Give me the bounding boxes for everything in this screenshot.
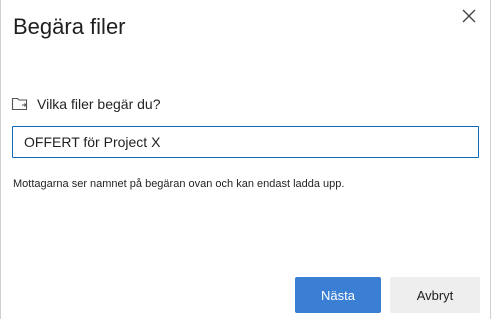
request-name-input[interactable] (12, 126, 479, 158)
helper-text: Mottagarna ser namnet på begäran ovan oc… (13, 178, 345, 190)
close-icon (462, 9, 476, 23)
question-label: Vilka filer begär du? (37, 96, 161, 112)
request-files-dialog: Begära filer Vilka filer begär du? Motta… (0, 0, 491, 319)
next-button[interactable]: Nästa (295, 277, 381, 313)
folder-request-icon (11, 97, 28, 111)
dialog-title: Begära filer (13, 14, 126, 39)
cancel-button[interactable]: Avbryt (390, 277, 480, 313)
close-button[interactable] (460, 7, 478, 25)
question-row: Vilka filer begär du? (11, 96, 160, 112)
